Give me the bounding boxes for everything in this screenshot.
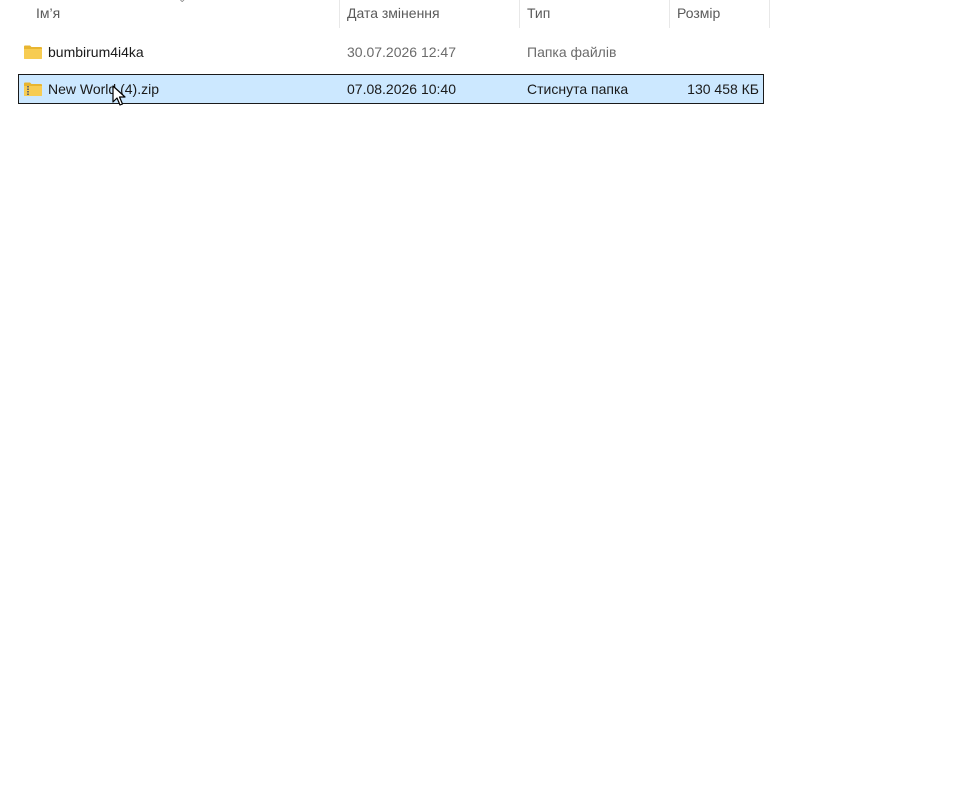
column-header-date-modified[interactable]: Дата змінення	[347, 0, 440, 28]
file-name: New World (4).zip	[48, 81, 159, 97]
file-row-bumbirum4i4ka[interactable]: bumbirum4i4ka 30.07.2026 12:47 Папка фай…	[18, 37, 764, 67]
column-header-name[interactable]: Ім’я	[36, 0, 60, 28]
file-type: Стиснута папка	[527, 81, 629, 97]
column-divider[interactable]	[519, 0, 520, 28]
folder-icon	[23, 38, 43, 66]
column-header-type[interactable]: Тип	[527, 0, 550, 28]
zip-folder-icon	[23, 75, 43, 103]
sort-indicator-icon: ⌄	[178, 0, 186, 5]
file-row-new-world-zip[interactable]: New World (4).zip 07.08.2026 10:40 Стисн…	[18, 74, 764, 104]
file-name: bumbirum4i4ka	[48, 44, 144, 60]
column-header-size[interactable]: Розмір	[677, 0, 720, 28]
mouse-pointer-icon	[112, 85, 126, 106]
file-date-modified: 30.07.2026 12:47	[347, 44, 456, 60]
column-divider[interactable]	[669, 0, 670, 28]
file-type: Папка файлів	[527, 44, 617, 60]
file-date-modified: 07.08.2026 10:40	[347, 81, 456, 97]
file-explorer-view: ⌄ Ім’я Дата змінення Тип Розмір bumbirum…	[0, 0, 978, 792]
column-divider[interactable]	[769, 0, 770, 28]
file-size: 130 458 КБ	[687, 81, 759, 97]
column-divider[interactable]	[339, 0, 340, 28]
column-header-bar: ⌄ Ім’я Дата змінення Тип Розмір	[0, 0, 770, 30]
